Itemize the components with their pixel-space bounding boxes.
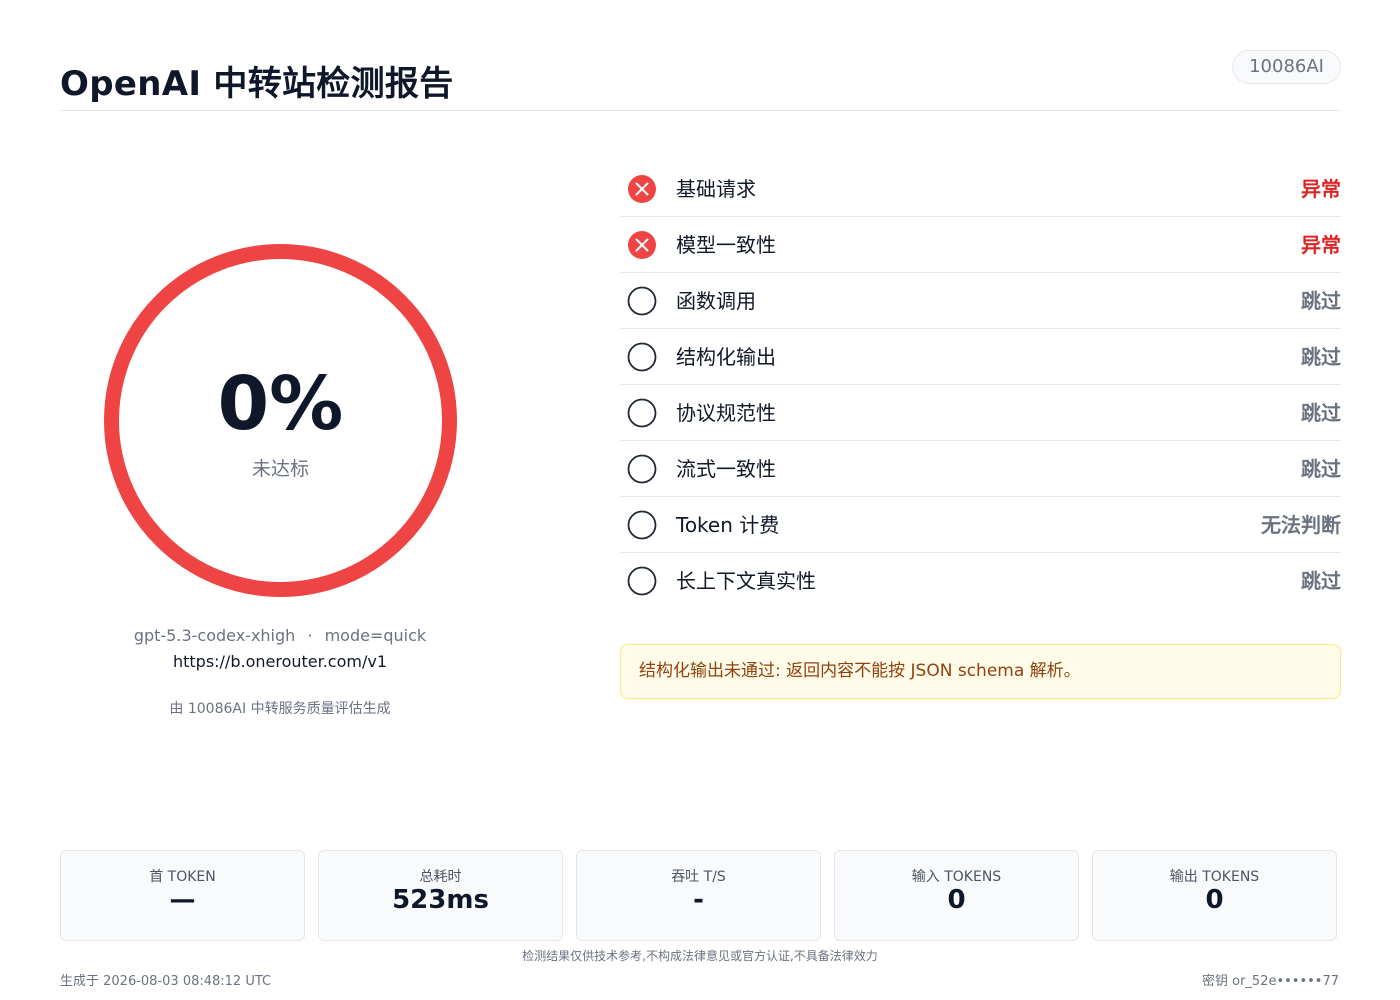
api-key-masked: 密钥 or_52e••••••77: [1201, 974, 1339, 989]
check-status: 无法判断: [1261, 513, 1341, 537]
check-name: Token 计费: [676, 513, 780, 537]
page-title: OpenAI 中转站检测报告: [60, 64, 454, 104]
empty-circle-icon: [627, 510, 657, 540]
generated-by-note: 由 10086AI 中转服务质量评估生成: [169, 701, 391, 717]
disclaimer: 检测结果仅供技术参考,不构成法律意见或官方认证,不具备法律效力: [522, 949, 878, 963]
empty-circle-icon: [627, 398, 657, 428]
empty-circle-icon: [627, 286, 657, 316]
warning-alert: 结构化输出未通过: 返回内容不能按 JSON schema 解析。: [620, 644, 1341, 699]
stat-label: 总耗时: [419, 869, 462, 885]
score-value: 0%: [217, 361, 344, 447]
stat-card: 吞吐 T/S -: [576, 850, 821, 941]
check-row: 结构化输出 跳过: [620, 329, 1341, 385]
score-gauge: 0% 未达标: [104, 244, 457, 597]
stat-label: 吞吐 T/S: [671, 869, 726, 885]
check-status: 异常: [1301, 233, 1341, 257]
stat-card: 总耗时 523ms: [318, 850, 563, 941]
x-circle-icon: [627, 174, 657, 204]
check-row: 长上下文真实性 跳过: [620, 553, 1341, 609]
check-name: 结构化输出: [676, 345, 776, 369]
stat-card: 输出 TOKENS 0: [1092, 850, 1337, 941]
stat-value: 523ms: [392, 885, 489, 915]
report-header: OpenAI 中转站检测报告 10086AI: [60, 48, 1341, 111]
mode-value: mode=quick: [324, 626, 427, 645]
check-name: 流式一致性: [676, 457, 776, 481]
check-row: 协议规范性 跳过: [620, 385, 1341, 441]
stat-value: —: [169, 885, 196, 915]
check-status: 跳过: [1301, 569, 1341, 593]
brand-badge: 10086AI: [1232, 50, 1341, 84]
stat-value: -: [693, 885, 704, 915]
stat-label: 输出 TOKENS: [1169, 869, 1260, 885]
x-circle-icon: [627, 230, 657, 260]
check-status: 跳过: [1301, 401, 1341, 425]
model-meta: gpt-5.3-codex-xhigh · mode=quick: [60, 626, 500, 645]
check-row: 函数调用 跳过: [620, 273, 1341, 329]
check-name: 模型一致性: [676, 233, 776, 257]
check-row: 模型一致性 异常: [620, 217, 1341, 273]
empty-circle-icon: [627, 566, 657, 596]
check-status: 异常: [1301, 177, 1341, 201]
generated-timestamp: 生成于 2026-08-03 08:48:12 UTC: [60, 974, 272, 989]
stats-row: 首 TOKEN — 总耗时 523ms 吞吐 T/S - 输入 TOKENS 0 输出 TOKE…: [60, 850, 1337, 941]
check-list: 基础请求 异常 模型一致性 异常 函数调用 跳过 结构化输出 跳过 协议规范性 跳过 流式一致性 跳过…: [620, 161, 1341, 609]
check-name: 基础请求: [676, 177, 756, 201]
stat-label: 输入 TOKENS: [911, 869, 1002, 885]
stat-card: 输入 TOKENS 0: [834, 850, 1079, 941]
stat-card: 首 TOKEN —: [60, 850, 305, 941]
check-row: 基础请求 异常: [620, 161, 1341, 217]
meta-separator: ·: [307, 626, 313, 645]
stat-value: 0: [947, 885, 966, 915]
check-status: 跳过: [1301, 457, 1341, 481]
check-name: 函数调用: [676, 289, 756, 313]
model-name: gpt-5.3-codex-xhigh: [133, 626, 296, 645]
score-label: 未达标: [251, 458, 309, 480]
check-row: Token 计费 无法判断: [620, 497, 1341, 553]
check-name: 长上下文真实性: [676, 569, 816, 593]
check-status: 跳过: [1301, 289, 1341, 313]
stat-value: 0: [1205, 885, 1224, 915]
stat-label: 首 TOKEN: [149, 869, 216, 885]
check-name: 协议规范性: [676, 401, 776, 425]
endpoint-url: https://b.onerouter.com/v1: [172, 652, 388, 671]
empty-circle-icon: [627, 342, 657, 372]
check-row: 流式一致性 跳过: [620, 441, 1341, 497]
empty-circle-icon: [627, 454, 657, 484]
check-status: 跳过: [1301, 345, 1341, 369]
